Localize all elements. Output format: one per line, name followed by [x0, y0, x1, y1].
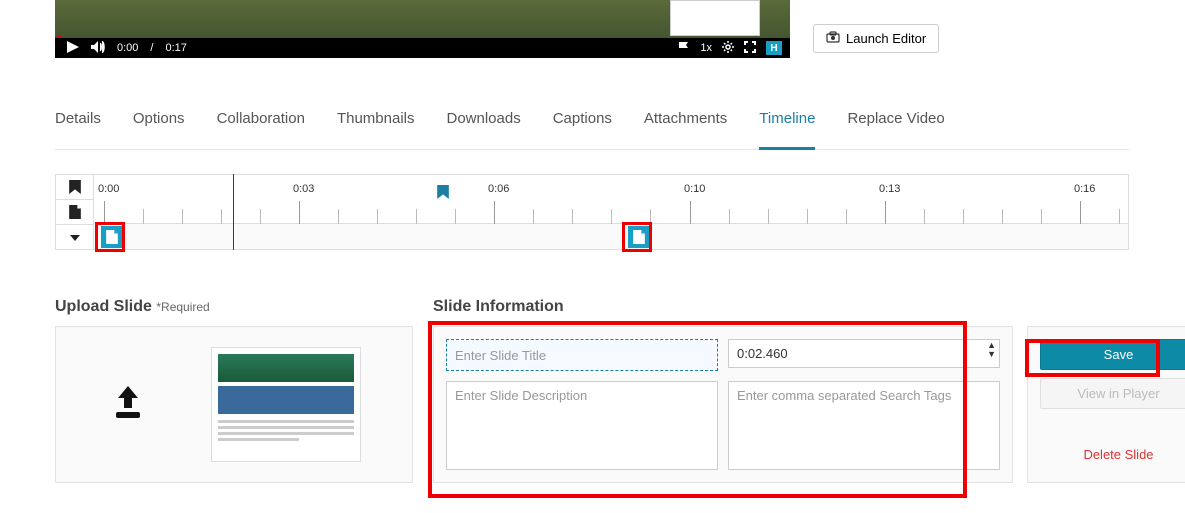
tab-captions[interactable]: Captions — [553, 104, 612, 137]
video-hover-thumbnail — [670, 0, 760, 36]
slide-description-input[interactable] — [446, 381, 718, 470]
required-note: *Required — [156, 300, 209, 314]
tick-label: 0:10 — [684, 183, 705, 195]
bookmark-icon[interactable] — [56, 175, 93, 200]
delete-slide-link[interactable]: Delete Slide — [1083, 447, 1153, 462]
volume-icon[interactable] — [91, 41, 105, 56]
tick-label: 0:06 — [488, 183, 509, 195]
slide-thumbnail[interactable] — [211, 347, 361, 462]
tab-options[interactable]: Options — [133, 104, 185, 137]
slide-marker[interactable] — [101, 226, 123, 248]
brand-icon[interactable]: H — [766, 41, 782, 55]
slide-marker[interactable] — [628, 226, 650, 248]
video-duration: 0:17 — [165, 42, 186, 54]
playback-speed[interactable]: 1x — [700, 42, 712, 54]
editor-icon — [826, 31, 840, 46]
video-time-separator: / — [150, 42, 153, 54]
chapter-marker-icon[interactable] — [437, 185, 449, 204]
time-stepper[interactable]: ▲▼ — [987, 341, 996, 359]
slide-information-box: ▲▼ — [433, 326, 1013, 483]
tabs-bar: Details Options Collaboration Thumbnails… — [55, 104, 1129, 150]
timeline: 0:00 0:03 0:06 0:10 0:13 0:16 — [55, 174, 1129, 250]
timeline-track[interactable] — [93, 224, 1129, 250]
slide-track-icon[interactable] — [56, 200, 93, 225]
play-icon[interactable] — [67, 41, 79, 56]
slide-title-input[interactable] — [446, 339, 718, 371]
launch-editor-label: Launch Editor — [846, 31, 926, 46]
tick-label: 0:13 — [879, 183, 900, 195]
tab-timeline[interactable]: Timeline — [759, 104, 815, 150]
view-in-player-button: View in Player — [1040, 378, 1185, 409]
slide-tags-input[interactable] — [728, 381, 1000, 470]
tab-attachments[interactable]: Attachments — [644, 104, 727, 137]
settings-icon[interactable] — [722, 41, 734, 56]
timeline-ruler[interactable]: 0:00 0:03 0:06 0:10 0:13 0:16 — [93, 174, 1129, 224]
launch-editor-button[interactable]: Launch Editor — [813, 24, 939, 53]
video-controls-bar: 0:00 / 0:17 1x H — [55, 38, 790, 58]
tab-replace-video[interactable]: Replace Video — [847, 104, 944, 137]
slide-information-heading: Slide Information — [433, 298, 564, 316]
tab-thumbnails[interactable]: Thumbnails — [337, 104, 415, 137]
upload-slide-box — [55, 326, 413, 483]
fullscreen-icon[interactable] — [744, 41, 756, 56]
expand-icon[interactable] — [56, 225, 93, 250]
upload-icon[interactable] — [108, 382, 148, 427]
flag-icon[interactable] — [678, 41, 690, 56]
tick-label: 0:16 — [1074, 183, 1095, 195]
tab-downloads[interactable]: Downloads — [447, 104, 521, 137]
tick-label: 0:03 — [293, 183, 314, 195]
save-button[interactable]: Save — [1040, 339, 1185, 370]
video-current-time: 0:00 — [117, 42, 138, 54]
tab-collaboration[interactable]: Collaboration — [217, 104, 305, 137]
slide-actions-box: Save View in Player Delete Slide — [1027, 326, 1185, 483]
playhead[interactable] — [233, 174, 234, 250]
tick-label: 0:00 — [98, 183, 119, 195]
upload-slide-heading: Upload Slide *Required — [55, 298, 210, 316]
upload-slide-title: Upload Slide — [55, 298, 152, 315]
slide-time-input[interactable] — [728, 339, 1000, 368]
timeline-sidebar — [55, 174, 93, 250]
tab-details[interactable]: Details — [55, 104, 101, 137]
